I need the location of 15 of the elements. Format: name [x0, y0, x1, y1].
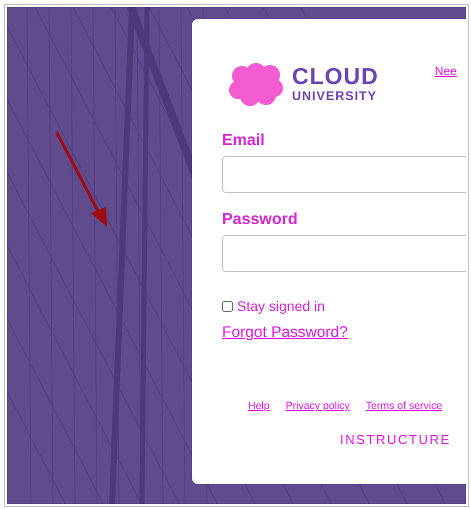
input-field[interactable]	[222, 235, 466, 272]
field-label: Password	[222, 211, 299, 229]
forgot-password-link[interactable]: Forgot Password?	[222, 324, 348, 342]
header-link[interactable]: Nee	[434, 64, 457, 78]
logo-subtitle: UNIVERSITY	[292, 90, 378, 103]
field-label: Email	[222, 132, 266, 150]
input-field[interactable]	[222, 156, 466, 193]
footer-link[interactable]: Privacy policy	[286, 400, 350, 412]
brand-wordmark: INSTRUCTURE	[340, 432, 451, 447]
cloud-logo-icon	[228, 62, 284, 106]
stay-signed-in-checkbox[interactable]	[222, 300, 233, 312]
checkbox-label: Stay signed in	[237, 298, 325, 314]
footer-link[interactable]: Help	[248, 400, 270, 412]
logo-title: CLOUD	[292, 65, 379, 88]
footer-link[interactable]: Terms of service	[366, 400, 442, 412]
